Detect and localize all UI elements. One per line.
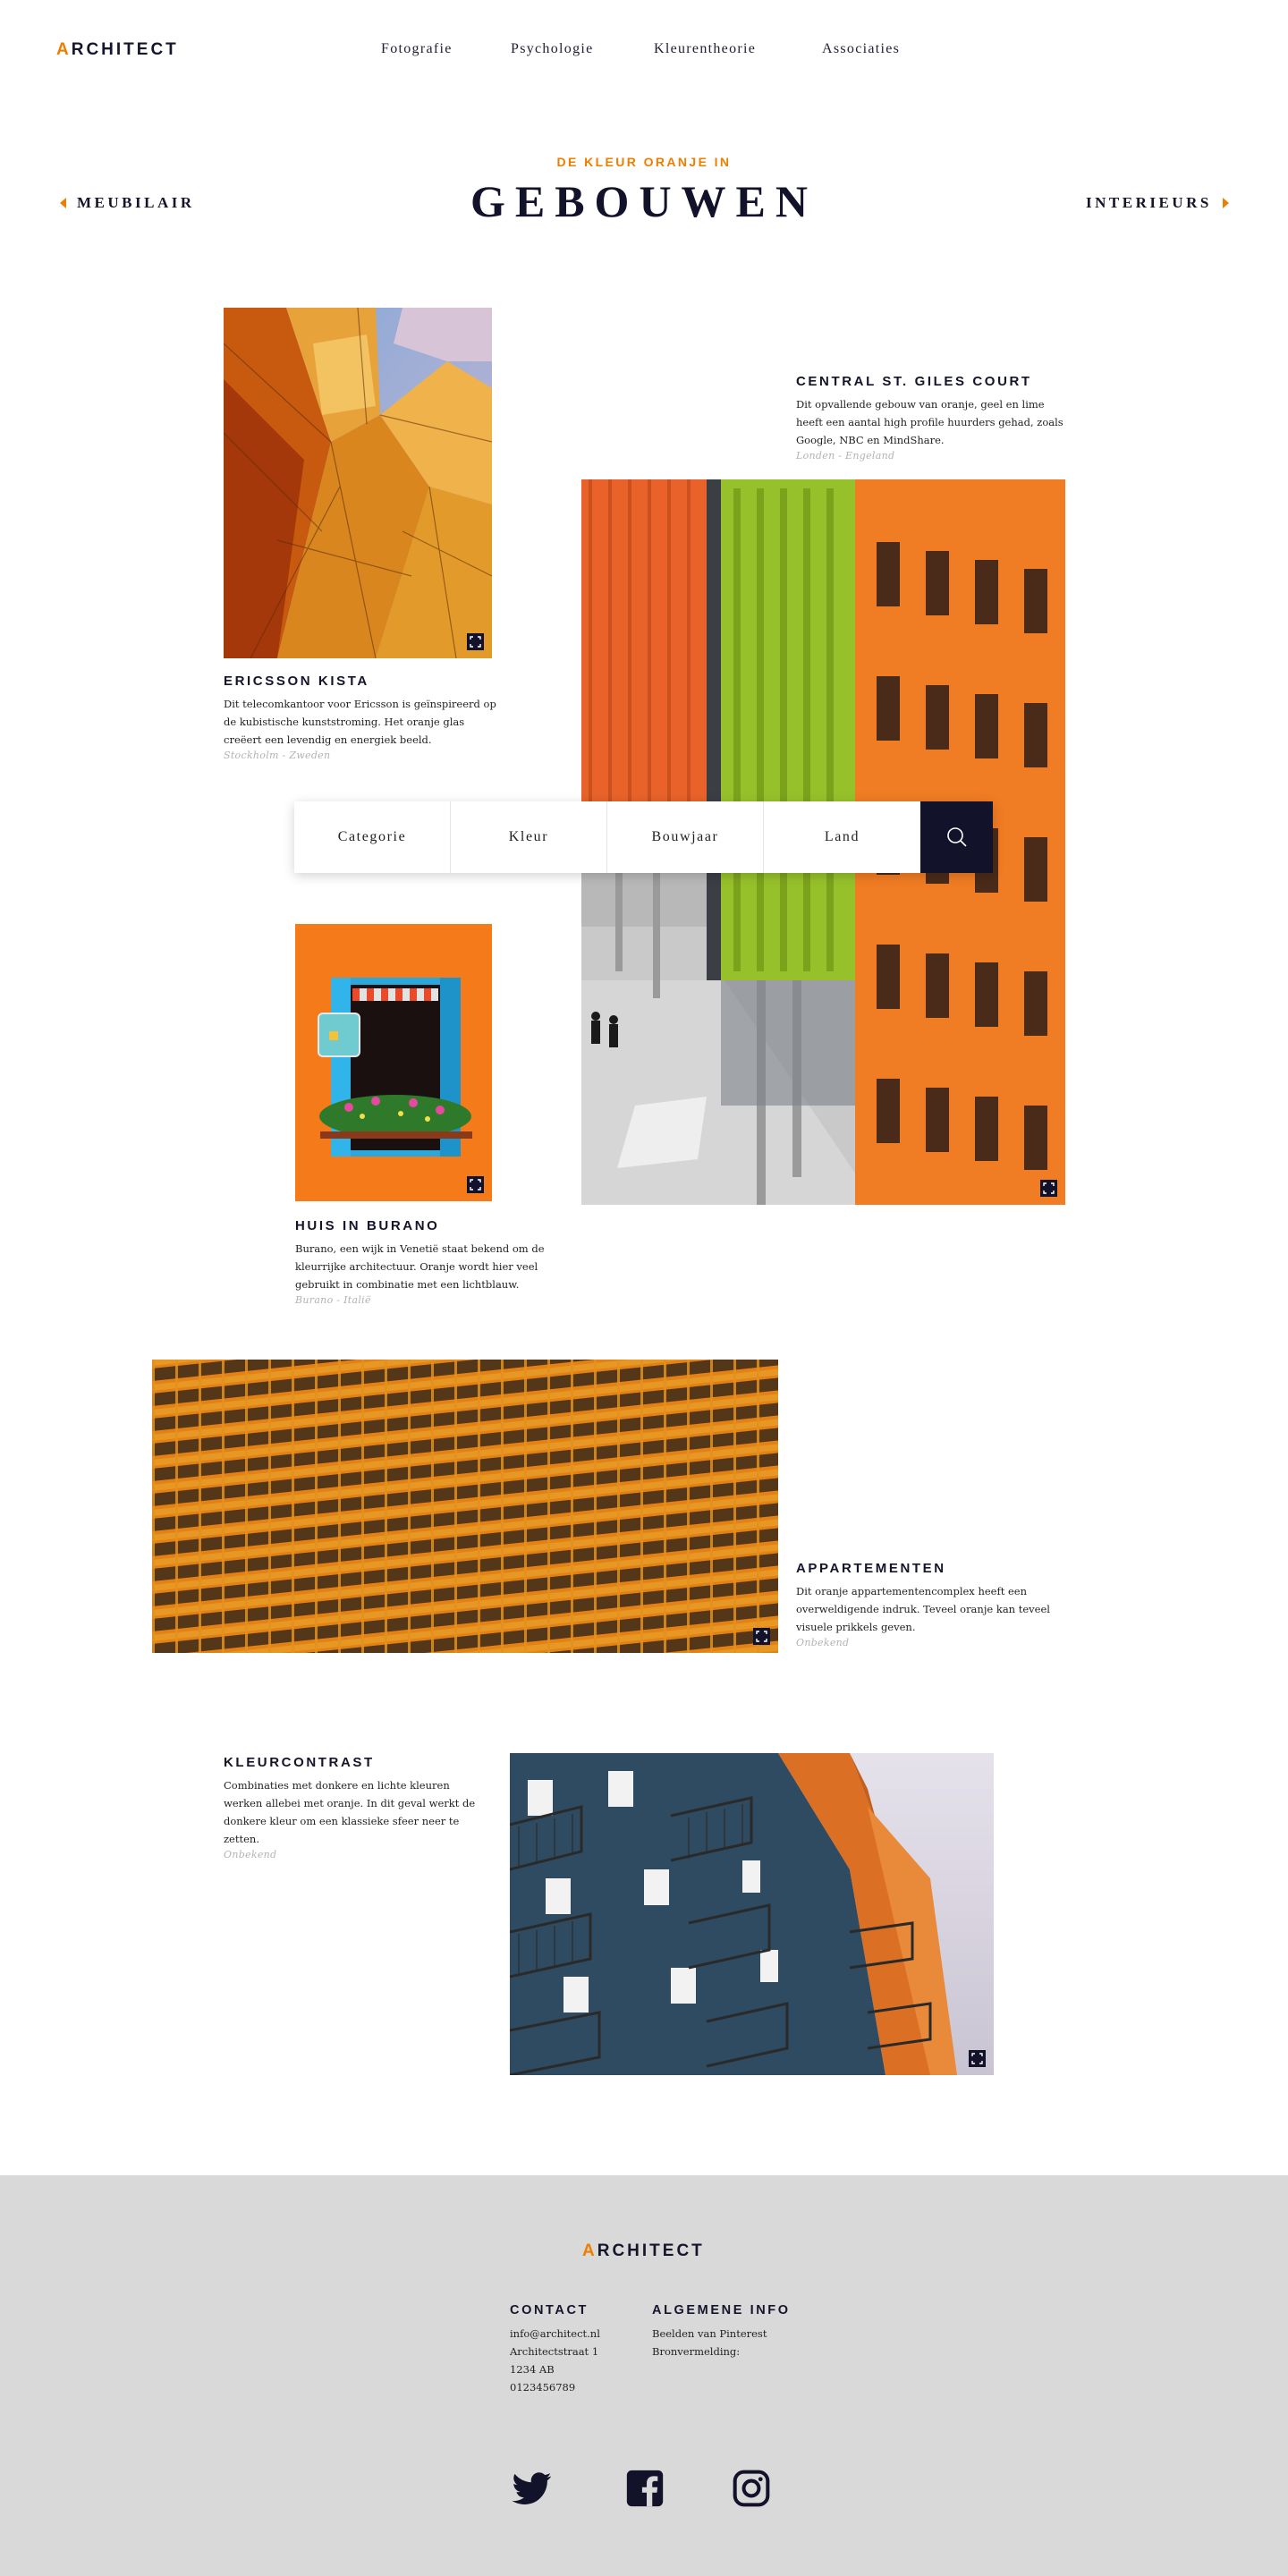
arrow-right-icon (1222, 198, 1229, 208)
caption-text: Dit telecomkantoor voor Ericsson is geïn… (224, 698, 496, 746)
caption-location: Onbekend (796, 1637, 850, 1648)
filter-kleur[interactable]: Kleur (451, 801, 607, 873)
nav-item-kleurentheorie[interactable]: Kleurentheorie (654, 41, 756, 57)
caption-appartementen: APPARTEMENTEN Dit oranje appartementenco… (796, 1561, 1055, 1648)
photo-kleurcontrast[interactable] (510, 1753, 994, 2075)
logo-text: RCHITECT (71, 40, 179, 59)
logo[interactable]: ARCHITECT (56, 40, 179, 60)
filter-bouwjaar[interactable]: Bouwjaar (607, 801, 764, 873)
next-category-label: INTERIEURS (1086, 194, 1212, 211)
caption-text: Combinaties met donkere en lichte kleure… (224, 1779, 476, 1845)
contact-address: Architectstraat 1 (510, 2345, 599, 2358)
footer-info: ALGEMENE INFO Beelden van Pinterest Bron… (652, 2303, 791, 2360)
caption-title: HUIS IN BURANO (295, 1218, 440, 1233)
footer-logo-text: RCHITECT (597, 2241, 705, 2260)
info-heading: ALGEMENE INFO (652, 2303, 791, 2318)
prev-category-label: MEUBILAIR (77, 194, 195, 211)
expand-icon[interactable] (969, 2050, 986, 2067)
caption-text: Dit oranje appartementencomplex heeft ee… (796, 1585, 1050, 1633)
info-images-source[interactable]: Beelden van Pinterest (652, 2325, 791, 2343)
kleurcontrast-image (510, 1753, 994, 2075)
next-category-link[interactable]: INTERIEURS (1086, 194, 1229, 212)
nav-item-fotografie[interactable]: Fotografie (381, 41, 453, 57)
caption-text: Dit opvallende gebouw van oranje, geel e… (796, 398, 1063, 446)
filter-land[interactable]: Land (764, 801, 920, 873)
contact-postal-code: 1234 AB (510, 2363, 555, 2376)
caption-huis-in-burano: HUIS IN BURANO Burano, een wijk in Venet… (295, 1218, 547, 1306)
photo-ericsson-kista[interactable] (224, 308, 492, 658)
expand-icon[interactable] (753, 1628, 770, 1645)
caption-text: Burano, een wijk in Venetië staat bekend… (295, 1242, 545, 1291)
contact-heading: CONTACT (510, 2303, 589, 2318)
info-credits[interactable]: Bronvermelding: (652, 2343, 791, 2360)
search-icon (946, 827, 967, 847)
prev-category-link[interactable]: MEUBILAIR (60, 194, 195, 212)
caption-title: KLEURCONTRAST (224, 1755, 375, 1770)
expand-icon[interactable] (1040, 1180, 1057, 1197)
instagram-icon (733, 2470, 770, 2507)
filter-categorie[interactable]: Categorie (294, 801, 451, 873)
nav-item-psychologie[interactable]: Psychologie (511, 41, 594, 57)
nav-item-associaties[interactable]: Associaties (822, 41, 900, 57)
footer: ARCHITECT CONTACT info@architect.nl Arch… (0, 2175, 1288, 2576)
logo-accent-letter: A (56, 40, 72, 59)
footer-logo-accent-letter: A (582, 2241, 597, 2260)
contact-phone[interactable]: 0123456789 (510, 2378, 600, 2396)
caption-title: CENTRAL ST. GILES COURT (796, 374, 1032, 389)
contact-email[interactable]: info@architect.nl (510, 2325, 600, 2343)
caption-title: APPARTEMENTEN (796, 1561, 946, 1576)
search-button[interactable] (920, 801, 993, 873)
caption-location: Burano - Italië (295, 1294, 371, 1306)
caption-ericsson-kista: ERICSSON KISTA Dit telecomkantoor voor E… (224, 674, 501, 761)
filter-bar: Categorie Kleur Bouwjaar Land (294, 801, 993, 873)
facebook-icon (626, 2470, 664, 2507)
facebook-link[interactable] (625, 2469, 665, 2508)
footer-contact: CONTACT info@architect.nl Architectstraa… (510, 2303, 600, 2396)
expand-icon[interactable] (467, 633, 484, 650)
huis-in-burano-image (295, 924, 492, 1201)
caption-central-st-giles: CENTRAL ST. GILES COURT Dit opvallende g… (796, 374, 1070, 462)
expand-icon[interactable] (467, 1176, 484, 1193)
twitter-icon (512, 2472, 552, 2504)
caption-title: ERICSSON KISTA (224, 674, 369, 689)
caption-location: Londen - Engeland (796, 450, 895, 462)
appartementen-image (152, 1360, 778, 1653)
twitter-link[interactable] (509, 2469, 555, 2508)
caption-location: Onbekend (224, 1849, 277, 1860)
caption-location: Stockholm - Zweden (224, 750, 331, 761)
photo-appartementen[interactable] (152, 1360, 778, 1653)
page-eyebrow: DE KLEUR ORANJE IN (556, 155, 732, 169)
arrow-left-icon (60, 198, 66, 208)
footer-logo[interactable]: ARCHITECT (582, 2241, 705, 2261)
ericsson-kista-image (224, 308, 492, 658)
caption-kleurcontrast: KLEURCONTRAST Combinaties met donkere en… (224, 1755, 485, 1860)
photo-huis-in-burano[interactable] (295, 924, 492, 1201)
instagram-link[interactable] (732, 2469, 771, 2508)
